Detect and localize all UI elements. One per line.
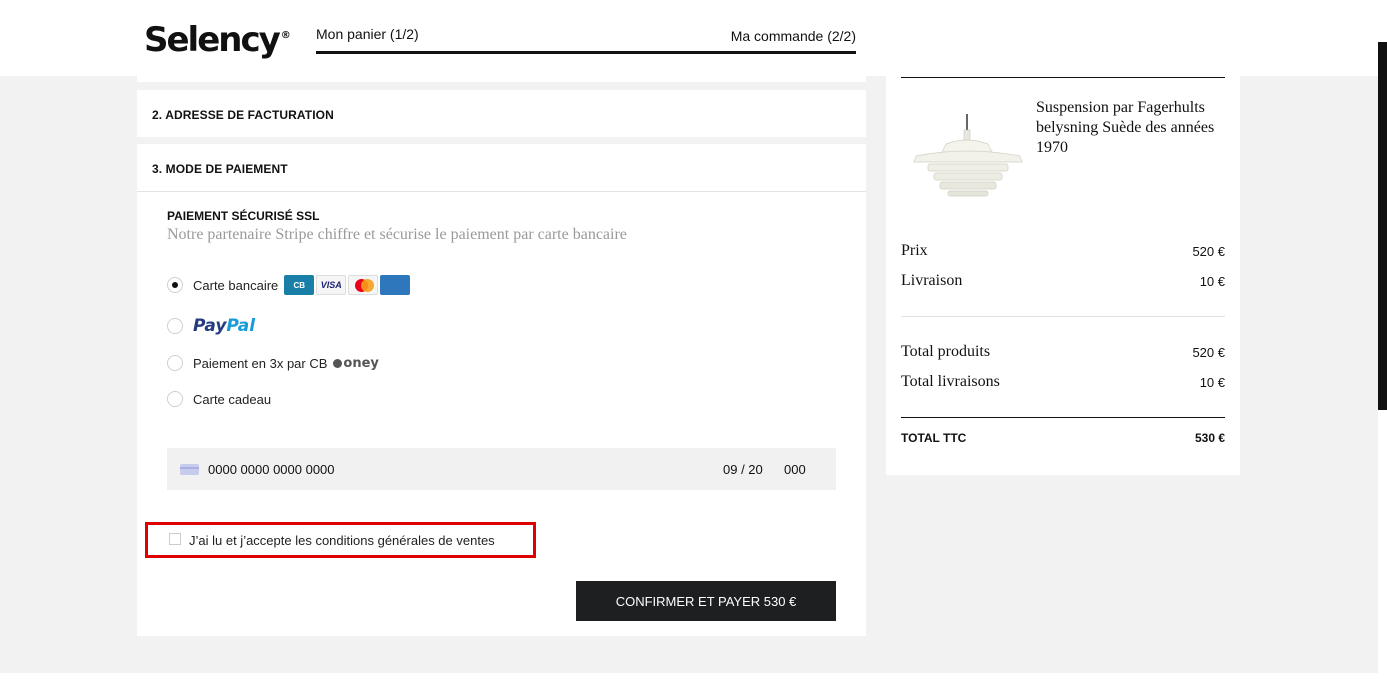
price-row: Prix 520 €: [901, 242, 1225, 262]
card-logos: CB VISA: [284, 275, 412, 295]
section-divider: [137, 191, 866, 192]
payment-option-card[interactable]: Carte bancaire CB VISA: [167, 275, 412, 295]
delivery-value: 10 €: [1199, 274, 1225, 289]
radio-paypal[interactable]: [167, 318, 183, 334]
total-products-label: Total produits: [901, 343, 991, 360]
visa-logo-icon: VISA: [316, 275, 347, 295]
card-input-field[interactable]: 0000 0000 0000 0000 09 / 20 000: [167, 448, 836, 490]
paypal-logo-part2: Pal: [226, 316, 256, 336]
payment-option-3x[interactable]: Paiement en 3x par CB oney: [167, 353, 379, 373]
radio-gift-card[interactable]: [167, 391, 183, 407]
total-products-value: 520 €: [1192, 345, 1225, 360]
total-delivery-row: Total livraisons 10 €: [901, 373, 1225, 393]
cb-logo-icon: CB: [284, 275, 315, 295]
progress-bar: [316, 51, 856, 54]
billing-title: 2. ADRESSE DE FACTURATION: [152, 108, 334, 122]
card-cvc-input[interactable]: 000: [784, 462, 806, 477]
option-label-3x: Paiement en 3x par CB: [193, 355, 328, 371]
scrollbar-thumb[interactable]: [1378, 42, 1387, 410]
pendant-lamp-image: [913, 114, 1023, 197]
registered-mark: ®: [280, 30, 291, 41]
payment-title: 3. MODE DE PAIEMENT: [152, 162, 288, 176]
selency-logo[interactable]: Selency ®: [144, 20, 291, 60]
site-header: Selency ® Mon panier (1/2) Ma commande (2…: [0, 0, 1387, 76]
amex-logo-icon: [380, 275, 411, 295]
summary-top-rule: [901, 77, 1225, 78]
grand-total-value: 530 €: [1194, 431, 1225, 445]
step-cart[interactable]: Mon panier (1/2): [316, 26, 419, 42]
paypal-logo-icon: PayPal: [193, 316, 255, 336]
grand-total-row: TOTAL TTC 530 €: [901, 431, 1225, 451]
delivery-row: Livraison 10 €: [901, 272, 1225, 292]
payment-option-paypal[interactable]: PayPal: [167, 316, 255, 336]
total-delivery-label: Total livraisons: [901, 373, 1000, 390]
card-expiry-input[interactable]: 09 / 20: [723, 462, 763, 477]
payment-section: 3. MODE DE PAIEMENT PAIEMENT SÉCURISÉ SS…: [137, 144, 866, 636]
option-label-gift-card: Carte cadeau: [193, 391, 272, 407]
logo-text: Selency: [144, 20, 281, 60]
mastercard-logo-icon: [348, 275, 379, 295]
option-label-card: Carte bancaire: [193, 277, 279, 293]
step-order: Ma commande (2/2): [730, 28, 856, 44]
terms-checkbox[interactable]: [169, 533, 181, 545]
delivery-label: Livraison: [901, 272, 963, 289]
billing-section[interactable]: 2. ADRESSE DE FACTURATION: [137, 90, 866, 137]
total-products-row: Total produits 520 €: [901, 343, 1225, 363]
terms-label[interactable]: J’ai lu et j’accepte les conditions géné…: [189, 533, 495, 548]
checkout-steps: Mon panier (1/2) Ma commande (2/2): [316, 24, 856, 54]
order-summary: Suspension par Fagerhults belysning Suèd…: [886, 76, 1240, 475]
payment-option-gift-card[interactable]: Carte cadeau: [167, 389, 271, 409]
shipping-section-edge: [137, 76, 866, 82]
oney-logo-text: oney: [343, 355, 379, 371]
credit-card-icon: [180, 464, 199, 475]
oney-logo-icon: oney: [333, 355, 379, 371]
price-value: 520 €: [1192, 244, 1225, 259]
total-delivery-value: 10 €: [1199, 375, 1225, 390]
card-number-input[interactable]: 0000 0000 0000 0000: [208, 462, 335, 477]
price-label: Prix: [901, 242, 928, 259]
summary-divider: [901, 316, 1225, 317]
confirm-pay-button[interactable]: CONFIRMER ET PAYER 530 €: [576, 581, 836, 621]
radio-3x[interactable]: [167, 355, 183, 371]
summary-total-rule: [901, 417, 1225, 418]
ssl-title: PAIEMENT SÉCURISÉ SSL: [167, 209, 320, 223]
product-name[interactable]: Suspension par Fagerhults belysning Suèd…: [1036, 98, 1226, 158]
paypal-logo-part1: Pay: [193, 316, 227, 336]
footer-edge: [0, 673, 1378, 685]
terms-highlight: J’ai lu et j’accepte les conditions géné…: [145, 522, 536, 558]
ssl-description: Notre partenaire Stripe chiffre et sécur…: [167, 226, 627, 243]
radio-card[interactable]: [167, 277, 183, 293]
grand-total-label: TOTAL TTC: [901, 431, 967, 445]
